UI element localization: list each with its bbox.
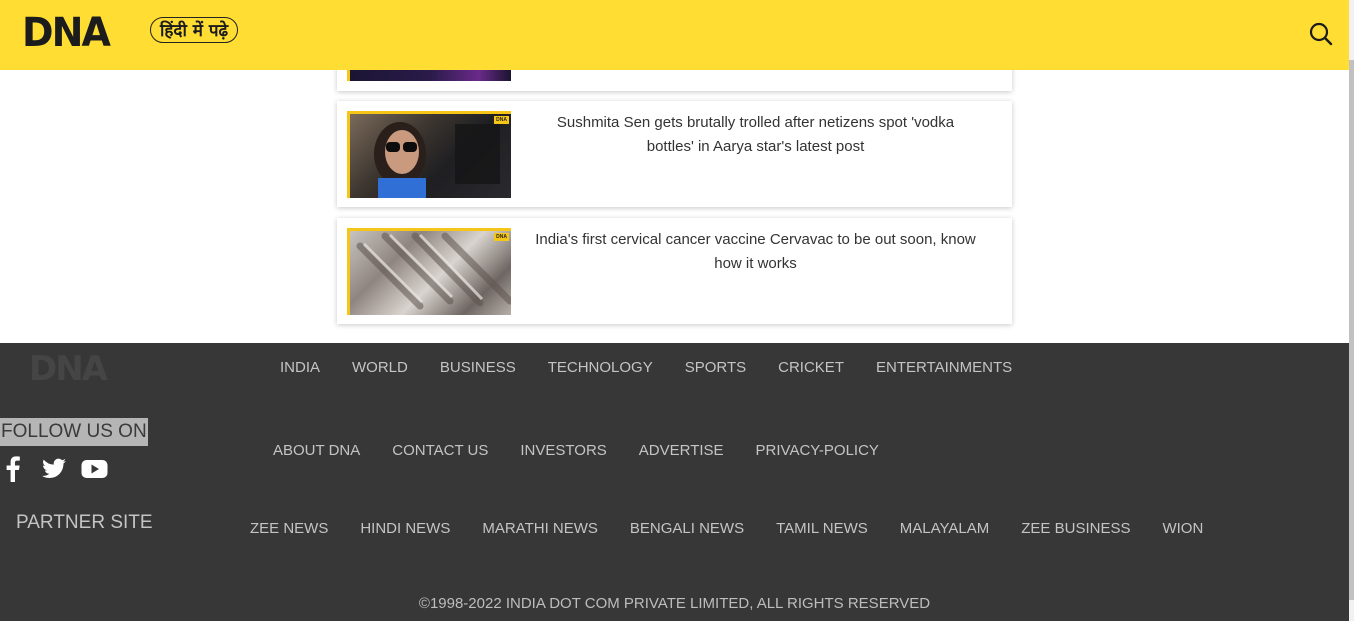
footer-link-technology[interactable]: TECHNOLOGY xyxy=(548,359,653,376)
footer-link-about[interactable]: ABOUT DNA xyxy=(273,442,360,459)
footer-link-advertise[interactable]: ADVERTISE xyxy=(639,442,724,459)
partner-link-wion[interactable]: WION xyxy=(1162,520,1203,537)
footer-link-sports[interactable]: SPORTS xyxy=(685,359,746,376)
hindi-language-button[interactable]: हिंदी में पढ़े xyxy=(150,17,239,43)
site-header: DNA हिंदी में पढ़े xyxy=(0,0,1349,70)
article-headline[interactable]: Sushmita Sen gets brutally trolled after… xyxy=(533,111,978,159)
footer-link-entertainments[interactable]: ENTERTAINMENTS xyxy=(876,359,1012,376)
partner-link-marathi-news[interactable]: MARATHI NEWS xyxy=(482,520,598,537)
youtube-icon[interactable] xyxy=(81,456,108,482)
dna-watermark: DNA xyxy=(494,233,509,241)
partner-link-tamil-news[interactable]: TAMIL NEWS xyxy=(776,520,868,537)
partner-link-bengali-news[interactable]: BENGALI NEWS xyxy=(630,520,744,537)
footer-link-business[interactable]: BUSINESS xyxy=(440,359,516,376)
partner-site-label: PARTNER SITE xyxy=(16,512,153,533)
scrollbar-thumb[interactable] xyxy=(1349,60,1354,600)
site-logo[interactable]: DNA xyxy=(22,10,111,56)
footer-logo[interactable]: DNA xyxy=(29,349,108,389)
footer-company-nav: ABOUT DNA CONTACT US INVESTORS ADVERTISE… xyxy=(273,442,879,459)
follow-us-label: FOLLOW US ON xyxy=(0,418,148,446)
article-card[interactable]: DNA Sushmita Sen gets brutally trolled a… xyxy=(337,101,1012,207)
partner-link-zee-news[interactable]: ZEE NEWS xyxy=(250,520,328,537)
dna-watermark: DNA xyxy=(494,116,509,124)
partner-link-malayalam[interactable]: MALAYALAM xyxy=(900,520,989,537)
footer-link-cricket[interactable]: CRICKET xyxy=(778,359,844,376)
page-scrollbar[interactable] xyxy=(1349,0,1354,621)
footer-section-nav: INDIA WORLD BUSINESS TECHNOLOGY SPORTS C… xyxy=(280,359,1012,376)
article-thumbnail: DNA xyxy=(347,111,511,198)
footer-link-privacy-policy[interactable]: PRIVACY-POLICY xyxy=(756,442,879,459)
article-thumbnail xyxy=(347,70,511,81)
site-footer: DNA INDIA WORLD BUSINESS TECHNOLOGY SPOR… xyxy=(0,343,1349,621)
article-thumbnail: DNA xyxy=(347,228,511,315)
article-headline[interactable]: India's first cervical cancer vaccine Ce… xyxy=(533,228,978,276)
search-icon[interactable] xyxy=(1308,21,1334,47)
footer-link-contact[interactable]: CONTACT US xyxy=(392,442,488,459)
footer-link-investors[interactable]: INVESTORS xyxy=(520,442,606,459)
twitter-icon[interactable] xyxy=(40,456,68,482)
article-card[interactable]: DNA India's first cervical cancer vaccin… xyxy=(337,218,1012,324)
partner-sites-nav: ZEE NEWS HINDI NEWS MARATHI NEWS BENGALI… xyxy=(250,520,1203,537)
copyright-text: ©1998-2022 INDIA DOT COM PRIVATE LIMITED… xyxy=(418,595,931,612)
facebook-icon[interactable] xyxy=(5,456,21,482)
footer-link-world[interactable]: WORLD xyxy=(352,359,408,376)
partner-link-hindi-news[interactable]: HINDI NEWS xyxy=(360,520,450,537)
footer-link-india[interactable]: INDIA xyxy=(280,359,320,376)
partner-link-zee-business[interactable]: ZEE BUSINESS xyxy=(1021,520,1130,537)
